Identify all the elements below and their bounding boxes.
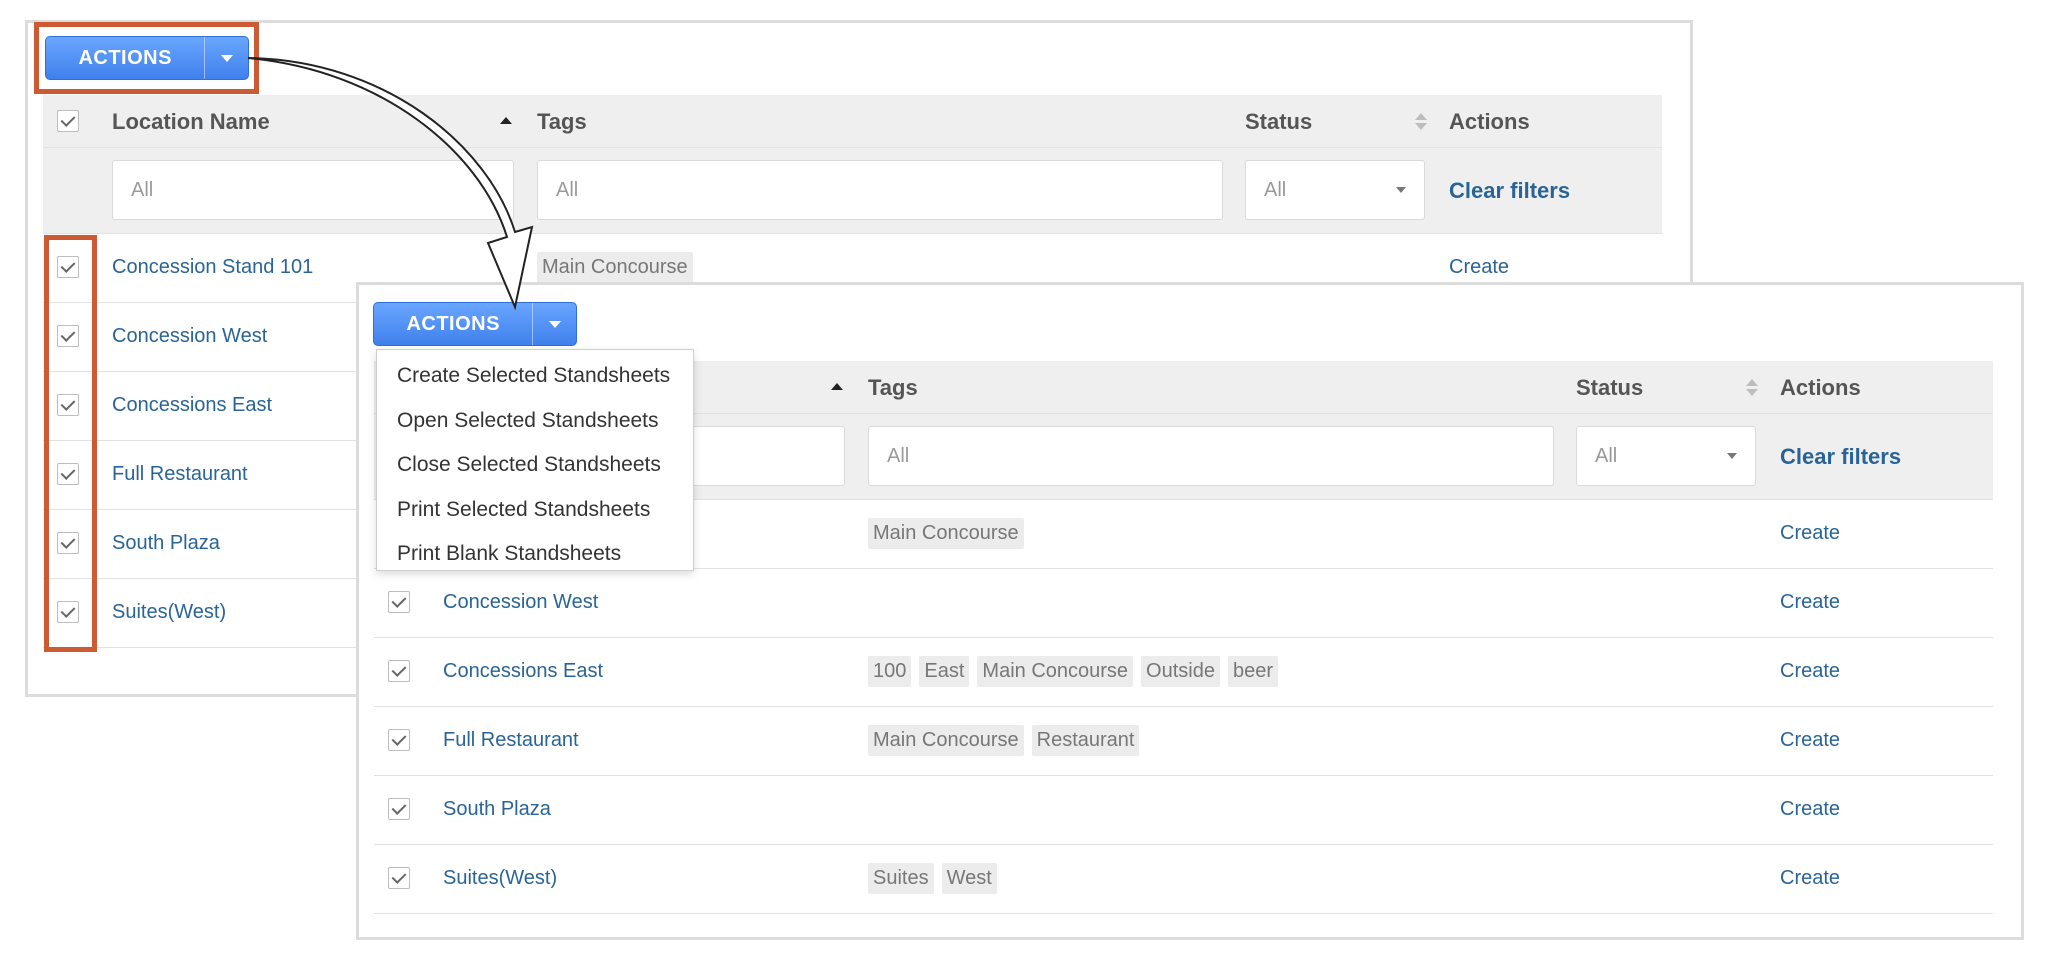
curved-arrow-icon (247, 57, 534, 311)
